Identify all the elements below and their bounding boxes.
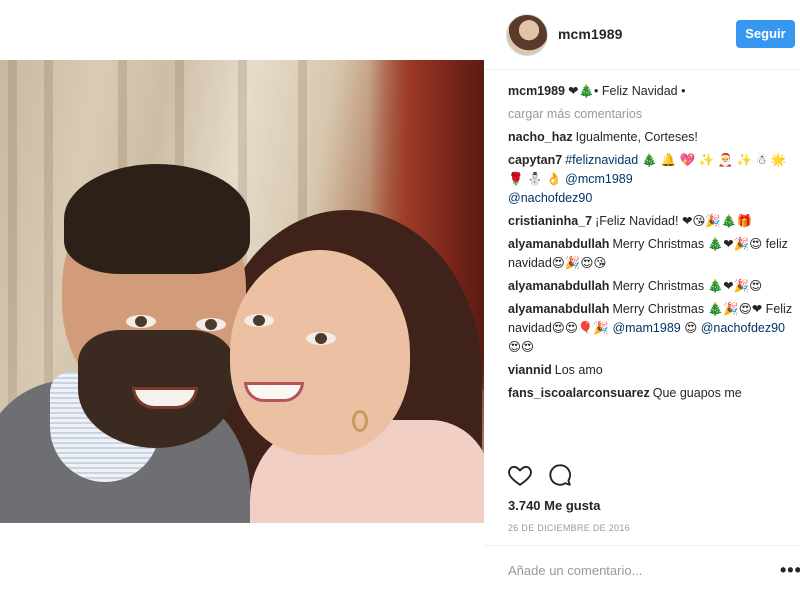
- comment-username[interactable]: capytan7: [508, 153, 562, 167]
- comment-username[interactable]: alyamanabdullah: [508, 237, 609, 251]
- comment-item: alyamanabdullah Merry Christmas 🎄🎉😍❤ Feli…: [508, 300, 794, 357]
- woman-eye-left: [244, 314, 274, 327]
- comment-item: alyamanabdullah Merry Christmas 🎄❤🎉😍 feli…: [508, 235, 794, 273]
- comment-item: capytan7 #feliznavidad 🎄 🔔 💖 ✨ 🎅 ✨ ☃ 🌟 🌹 …: [508, 151, 794, 208]
- follow-button[interactable]: Seguir: [736, 20, 795, 48]
- comment-text: Merry Christmas 🎄❤🎉😍: [612, 279, 763, 293]
- mention-link[interactable]: @nachofdez90: [701, 321, 785, 335]
- comment-icon[interactable]: [547, 462, 575, 490]
- post-side-panel: mcm1989 Seguir mcm1989 ❤🎄• Feliz Navidad …: [484, 0, 800, 591]
- hashtag-link[interactable]: #feliznavidad: [565, 153, 638, 167]
- post-photo: [0, 60, 484, 523]
- man-eye-left: [126, 315, 156, 328]
- mention-link[interactable]: @mcm1989: [565, 172, 633, 186]
- comment-username[interactable]: nacho_haz: [508, 130, 573, 144]
- comment-text: 😍: [680, 321, 701, 335]
- heart-icon[interactable]: [507, 462, 535, 490]
- post-header: mcm1989 Seguir: [484, 0, 800, 70]
- comment-username[interactable]: fans_iscoalarconsuarez: [508, 386, 650, 400]
- caption: mcm1989 ❤🎄• Feliz Navidad •: [508, 82, 794, 101]
- comments-list: mcm1989 ❤🎄• Feliz Navidad • cargar más co…: [508, 82, 794, 452]
- comment-input[interactable]: Añade un comentario...: [508, 563, 642, 578]
- load-more-comments-link[interactable]: cargar más comentarios: [508, 105, 794, 124]
- man-hair: [64, 164, 250, 274]
- add-comment-bar: Añade un comentario... •••: [484, 545, 800, 591]
- comment-username[interactable]: cristianinha_7: [508, 214, 592, 228]
- comment-text: Que guapos me: [652, 386, 742, 400]
- man-eye-right: [196, 318, 226, 331]
- mention-link[interactable]: @nachofdez90: [508, 191, 592, 205]
- comment-item: fans_iscoalarconsuarez Que guapos me: [508, 384, 794, 403]
- comment-item: cristianinha_7 ¡Feliz Navidad! ❤😘🎉🎄🎁: [508, 212, 794, 231]
- comment-text: ¡Feliz Navidad! ❤😘🎉🎄🎁: [595, 214, 753, 228]
- comment-item: viannid Los amo: [508, 361, 794, 380]
- mention-link[interactable]: @mam1989: [612, 321, 680, 335]
- likes-count[interactable]: 3.740 Me gusta: [508, 498, 601, 513]
- comment-username[interactable]: mcm1989: [508, 84, 565, 98]
- post-date: 26 DE DICIEMBRE DE 2016: [508, 523, 630, 533]
- caption-text: ❤🎄• Feliz Navidad •: [568, 84, 686, 98]
- comment-username[interactable]: alyamanabdullah: [508, 302, 609, 316]
- woman-face: [230, 250, 410, 455]
- comment-username[interactable]: alyamanabdullah: [508, 279, 609, 293]
- avatar[interactable]: [506, 14, 548, 56]
- earring: [352, 410, 368, 432]
- comment-text: Los amo: [554, 363, 603, 377]
- comment-text: Igualmente, Corteses!: [575, 130, 698, 144]
- header-username[interactable]: mcm1989: [558, 26, 623, 42]
- comment-item: nacho_haz Igualmente, Corteses!: [508, 128, 794, 147]
- more-options-icon[interactable]: •••: [780, 560, 800, 581]
- comment-text: 😍😍: [508, 340, 535, 354]
- woman-eye-right: [306, 332, 336, 345]
- comment-username[interactable]: viannid: [508, 363, 552, 377]
- post-actions: [504, 462, 784, 490]
- comment-item: alyamanabdullah Merry Christmas 🎄❤🎉😍: [508, 277, 794, 296]
